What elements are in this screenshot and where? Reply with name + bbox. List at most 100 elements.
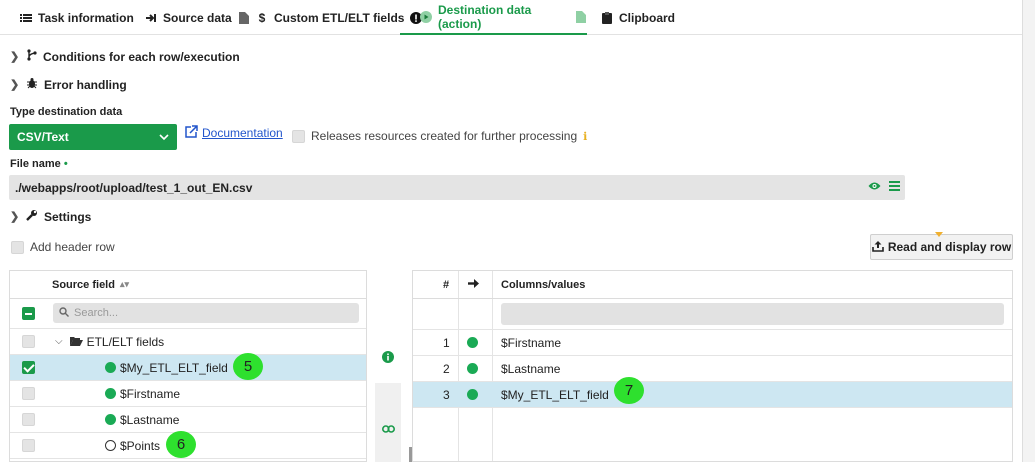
search-row: Search... [10, 299, 366, 329]
tab-task-information[interactable]: Task information [0, 0, 134, 35]
columns-filter-input[interactable] [501, 303, 1004, 325]
table-row[interactable]: 1 $Firstname [413, 330, 1012, 356]
annotation-badge-6: 6 [166, 431, 196, 458]
tab-label: Source data [163, 10, 232, 25]
table-row[interactable]: 3 $My_ETL_ELT_field [413, 382, 1012, 408]
file-name-text: File name [10, 158, 61, 170]
tree-group-row[interactable]: ⌵ ETL/ELT fields [10, 329, 366, 355]
annotation-badge-5: 5 [233, 353, 263, 380]
release-resources-label: Releases resources created for further p… [311, 129, 578, 143]
column-value: $Firstname [501, 335, 562, 350]
menu-icon[interactable] [889, 180, 900, 194]
column-value: $Lastname [501, 361, 561, 376]
chevron-down-icon [159, 130, 169, 144]
status-dot [467, 337, 478, 348]
search-placeholder: Search... [74, 307, 119, 319]
table-header: # Columns/values [413, 271, 1012, 299]
play-circle-icon [420, 10, 432, 23]
row-checkbox[interactable] [22, 413, 35, 426]
bug-icon [26, 77, 38, 92]
status-dot [105, 362, 116, 373]
tab-label: Destination data (action) [438, 2, 532, 31]
folder-open-icon [69, 335, 83, 349]
tab-source-data[interactable]: Source data [125, 0, 250, 35]
columns-values-header: Columns/values [501, 278, 586, 291]
chevron-down-icon[interactable]: ⌵ [55, 336, 63, 347]
release-resources-checkbox[interactable] [292, 129, 305, 143]
dollar-icon: $ [258, 10, 266, 25]
file-name-label: File name • [10, 158, 68, 170]
section-label: Settings [44, 209, 92, 224]
branch-icon [26, 49, 37, 64]
chevron-right-icon: ❯ [10, 51, 20, 63]
table-header: Source field ▴▾ [10, 271, 366, 299]
upload-icon [872, 240, 884, 255]
table-row[interactable]: $Firstname [10, 381, 366, 407]
info-icon[interactable] [382, 351, 394, 366]
add-header-row-option[interactable]: Add header row [11, 240, 115, 254]
section-settings[interactable]: ❯ Settings [10, 209, 91, 224]
row-checkbox[interactable] [22, 387, 35, 400]
release-resources-option[interactable]: Releases resources created for further p… [292, 129, 587, 143]
table-row[interactable]: 2 $Lastname [413, 356, 1012, 382]
sort-icon[interactable]: ▴▾ [120, 279, 129, 290]
column-value: $My_ETL_ELT_field [501, 387, 609, 402]
destination-columns-table: # Columns/values 1 $Firstname 2 $Lastnam… [412, 270, 1013, 462]
status-dot [467, 389, 478, 400]
list-icon [20, 12, 32, 24]
row-number: 3 [443, 387, 450, 402]
section-error-handling[interactable]: ❯ Error handling [10, 77, 127, 92]
tab-bar: Task information Source data $ Custom ET… [0, 0, 1022, 35]
link-icon[interactable] [382, 423, 395, 437]
field-label: $Lastname [120, 412, 180, 427]
destination-type-select[interactable]: CSV/Text [9, 124, 177, 150]
add-header-row-label: Add header row [30, 240, 115, 254]
search-icon [59, 306, 69, 320]
select-all-checkbox[interactable] [22, 307, 35, 320]
status-dot-hollow [105, 440, 116, 451]
row-number: 2 [443, 361, 450, 376]
section-conditions[interactable]: ❯ Conditions for each row/execution [10, 49, 240, 64]
chevron-right-icon: ❯ [10, 79, 20, 91]
row-checkbox[interactable] [22, 361, 35, 374]
source-search-input[interactable]: Search... [53, 303, 359, 323]
field-label: $Points [120, 438, 161, 453]
tab-destination-data[interactable]: Destination data (action) [400, 0, 587, 35]
field-label: $My_ETL_ELT_field [120, 360, 228, 375]
annotation-badge-7: 7 [614, 377, 644, 404]
mapping-toolbar [375, 383, 401, 462]
file-name-input[interactable]: ./webapps/root/upload/test_1_out_EN.csv [9, 175, 905, 200]
tab-label: Custom ETL/ELT fields [274, 10, 405, 25]
table-row[interactable]: $My_ETL_ELT_field [10, 355, 366, 381]
row-checkbox[interactable] [22, 439, 35, 452]
filter-row [413, 299, 1012, 330]
table-row[interactable]: $Lastname [10, 407, 366, 433]
file-name-value: ./webapps/root/upload/test_1_out_EN.csv [15, 180, 253, 195]
row-checkbox[interactable] [22, 335, 35, 348]
type-destination-label: Type destination data [10, 106, 123, 118]
external-link-icon [185, 125, 198, 141]
add-header-row-checkbox[interactable] [11, 240, 24, 254]
select-value: CSV/Text [17, 130, 69, 144]
status-dot [467, 363, 478, 374]
required-mark: • [63, 158, 68, 170]
info-icon: ℹ [583, 130, 588, 143]
documentation-link[interactable]: Documentation [185, 125, 283, 141]
section-label: Conditions for each row/execution [43, 49, 240, 64]
status-dot [105, 388, 116, 399]
group-label: ETL/ELT fields [86, 334, 165, 349]
tab-clipboard[interactable]: Clipboard [581, 0, 675, 35]
source-field-header[interactable]: Source field [52, 279, 115, 291]
read-display-row-button[interactable]: Read and display row [870, 234, 1013, 260]
tooltip-marker [935, 232, 943, 237]
page-scrollbar[interactable] [1022, 0, 1035, 462]
status-dot [105, 414, 116, 425]
arrow-right-icon [468, 278, 480, 292]
section-label: Error handling [44, 77, 127, 92]
wrench-icon [26, 209, 38, 224]
field-label: $Firstname [120, 386, 181, 401]
tab-custom-etl-fields[interactable]: $ Custom ETL/ELT fields [236, 0, 423, 35]
tab-label: Clipboard [619, 10, 675, 25]
eye-icon[interactable] [868, 180, 881, 194]
documentation-label: Documentation [202, 126, 283, 140]
